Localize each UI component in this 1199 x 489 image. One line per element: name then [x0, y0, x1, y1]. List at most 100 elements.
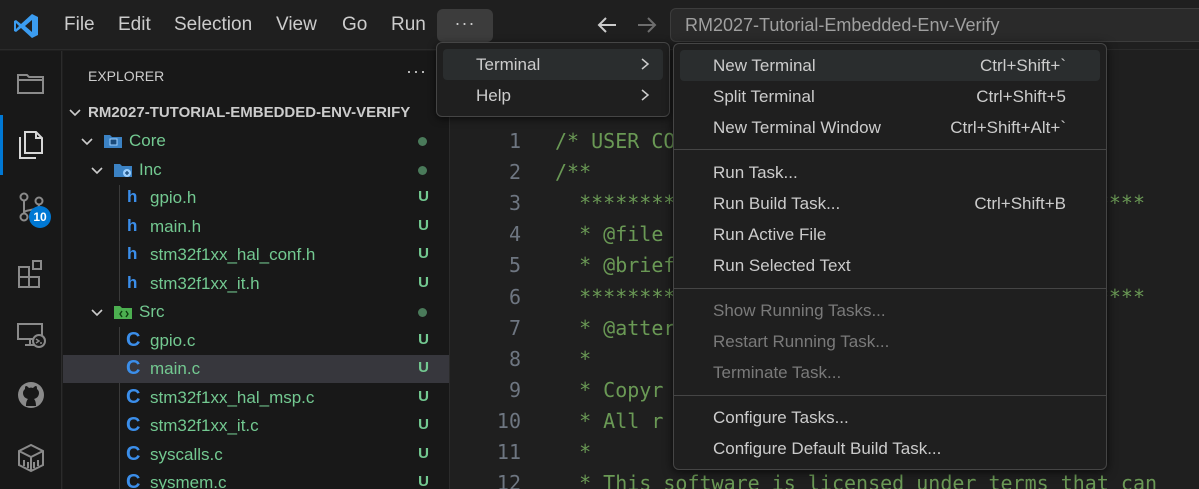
code-line: 12 * This software is licensed under ter… [451, 468, 1199, 489]
scm-badge: 10 [29, 206, 51, 228]
tree-file[interactable]: C stm32f1xx_it.c U [63, 412, 449, 440]
explorer-more-button[interactable]: ··· [406, 61, 427, 82]
workspace-root[interactable]: RM2027-TUTORIAL-EMBEDDED-ENV-VERIFY [63, 98, 449, 126]
menu-item-run-task[interactable]: Run Task... [680, 157, 1100, 188]
menu-item-run-active-file[interactable]: Run Active File [680, 219, 1100, 250]
tree-file[interactable]: C stm32f1xx_hal_msp.c U [63, 384, 449, 412]
menu-item-help[interactable]: Help [443, 80, 663, 111]
keybinding: Ctrl+Shift+Alt+` [950, 118, 1066, 137]
remote-explorer-icon[interactable] [15, 319, 47, 351]
line-number: 4 [508, 222, 521, 246]
activity-bar: 10 [0, 51, 62, 489]
line-number: 8 [508, 347, 521, 371]
code-text: * Copyr [555, 378, 664, 402]
modified-dot [418, 166, 427, 175]
menu-file[interactable]: File [64, 14, 95, 36]
header-file-icon: h [127, 187, 138, 206]
menu-go[interactable]: Go [342, 14, 367, 36]
menu-item-terminal[interactable]: Terminal [443, 49, 663, 80]
menu-item-label: Run Build Task... [713, 194, 841, 213]
menu-item-label: Show Running Tasks... [713, 301, 886, 320]
untracked-status: U [418, 217, 429, 234]
explorer-title: EXPLORER [88, 68, 165, 84]
menu-separator [674, 149, 1106, 150]
menu-run[interactable]: Run [391, 14, 426, 36]
forward-arrow-icon[interactable] [636, 15, 658, 35]
code-text: /* USER CO [555, 129, 676, 153]
folder-icon[interactable] [15, 67, 47, 99]
tree-label: syscalls.c [150, 445, 223, 464]
untracked-status: U [418, 416, 429, 433]
line-number: 11 [496, 440, 521, 464]
github-icon[interactable] [15, 379, 47, 411]
header-file-icon: h [127, 273, 138, 292]
menu-item-label: Run Task... [713, 163, 798, 182]
back-arrow-icon[interactable] [596, 15, 618, 35]
tree-file[interactable]: C gpio.c U [63, 327, 449, 355]
c-file-icon: C [126, 386, 141, 408]
untracked-status: U [418, 388, 429, 405]
more-menu: Terminal Help [436, 42, 670, 117]
tree-file[interactable]: h stm32f1xx_it.h U [63, 270, 449, 298]
code-text: * [555, 440, 592, 464]
tree-file[interactable]: h stm32f1xx_hal_conf.h U [63, 241, 449, 269]
header-file-icon: h [127, 216, 138, 235]
menu-item-label: Split Terminal [713, 87, 815, 106]
line-number: 5 [508, 253, 521, 277]
tree-folder-inc[interactable]: Inc [63, 156, 449, 184]
menu-separator [674, 288, 1106, 289]
tree-file-selected[interactable]: C main.c U [63, 355, 449, 383]
c-file-icon: C [126, 443, 141, 465]
tree-label: sysmem.c [150, 473, 227, 489]
menu-item-run-build-task[interactable]: Run Build Task... Ctrl+Shift+B [680, 188, 1100, 219]
tree-label: stm32f1xx_hal_conf.h [150, 245, 316, 264]
command-center-search[interactable]: RM2027-Tutorial-Embedded-Env-Verify [670, 8, 1199, 42]
code-text: * @file [555, 222, 664, 246]
tree-file[interactable]: C sysmem.c U [63, 469, 449, 489]
tree-file[interactable]: C syscalls.c U [63, 441, 449, 469]
untracked-status: U [418, 188, 429, 205]
code-text: * All r [555, 409, 664, 433]
tree-label: Core [129, 131, 166, 150]
menu-separator [674, 395, 1106, 396]
menu-item-configure-tasks[interactable]: Configure Tasks... [680, 402, 1100, 433]
menu-item-configure-default-build-task[interactable]: Configure Default Build Task... [680, 433, 1100, 464]
line-number: 12 [496, 471, 521, 489]
menu-selection[interactable]: Selection [174, 14, 252, 36]
untracked-status: U [418, 274, 429, 291]
untracked-status: U [418, 473, 429, 489]
tree-label: stm32f1xx_it.c [150, 416, 259, 435]
tree-label: Inc [139, 160, 162, 179]
chevron-down-icon [91, 309, 103, 317]
line-number: 1 [508, 129, 521, 153]
tree-label: gpio.h [150, 188, 197, 207]
code-text: * [555, 347, 592, 371]
menu-view[interactable]: View [276, 14, 317, 36]
tree-folder-src[interactable]: Src [63, 298, 449, 326]
tree-file[interactable]: h main.h U [63, 213, 449, 241]
explorer-files-icon[interactable] [15, 129, 47, 161]
line-number: 10 [496, 409, 521, 433]
menu-item-run-selected-text[interactable]: Run Selected Text [680, 250, 1100, 281]
keybinding: Ctrl+Shift+B [974, 194, 1066, 213]
line-number: 2 [508, 160, 521, 184]
menu-edit[interactable]: Edit [118, 14, 151, 36]
menu-more-button[interactable]: ··· [437, 9, 493, 42]
menu-item-split-terminal[interactable]: Split Terminal Ctrl+Shift+5 [680, 81, 1100, 112]
c-file-icon: C [126, 471, 141, 489]
menu-item-new-terminal[interactable]: New Terminal Ctrl+Shift+` [680, 50, 1100, 81]
menu-item-new-terminal-window[interactable]: New Terminal Window Ctrl+Shift+Alt+` [680, 112, 1100, 143]
tree-folder-core[interactable]: Core [63, 127, 449, 155]
chevron-right-icon [641, 58, 650, 70]
tree-label: Src [139, 302, 165, 321]
line-number: 7 [508, 316, 521, 340]
untracked-status: U [418, 245, 429, 262]
keybinding: Ctrl+Shift+5 [976, 87, 1066, 106]
chevron-right-icon [641, 89, 650, 101]
menu-item-label: Run Selected Text [713, 256, 851, 275]
untracked-status: U [418, 331, 429, 348]
container-icon[interactable] [15, 441, 47, 473]
modified-dot [418, 308, 427, 317]
extensions-icon[interactable] [15, 257, 47, 289]
tree-file[interactable]: h gpio.h U [63, 184, 449, 212]
